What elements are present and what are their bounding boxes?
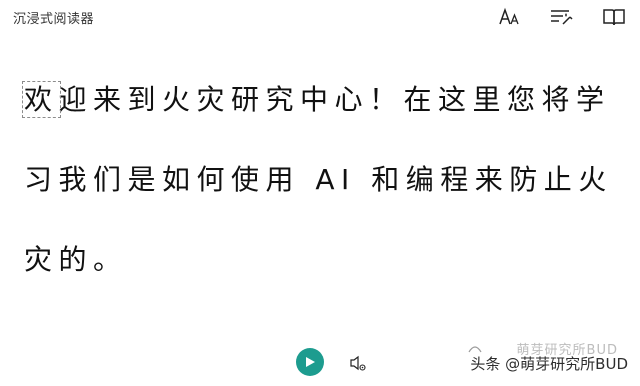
watermark-credit: 头条 @萌芽研究所BUD (470, 354, 628, 373)
voice-settings-button[interactable] (349, 354, 367, 372)
grammar-options-icon (551, 10, 573, 25)
play-icon (306, 357, 315, 367)
book-icon (603, 9, 625, 26)
text-size-icon (499, 7, 519, 25)
reading-area[interactable]: 欢迎来到火灾研究中心！在这里您将学习我们是如何使用 AI 和编程来防止火灾的。 (22, 60, 614, 300)
play-button[interactable] (296, 348, 324, 376)
app-title: 沉浸式阅读器 (13, 12, 95, 27)
text-size-button[interactable] (498, 5, 522, 29)
top-bar: 沉浸式阅读器 (0, 0, 640, 34)
voice-settings-icon (350, 355, 366, 371)
reading-preferences-button[interactable] (602, 5, 626, 29)
watermark: 萌芽研究所BUD 头条 @萌芽研究所BUD (468, 343, 628, 378)
reading-text-body[interactable]: 迎来到火灾研究中心！在这里您将学习我们是如何使用 AI 和编程来防止火灾的。 (24, 83, 613, 276)
current-word-highlight[interactable]: 欢 (22, 81, 61, 118)
grammar-options-button[interactable] (550, 5, 574, 29)
toolbar-icons (498, 5, 626, 29)
reading-text[interactable]: 欢迎来到火灾研究中心！在这里您将学习我们是如何使用 AI 和编程来防止火灾的。 (22, 60, 614, 300)
